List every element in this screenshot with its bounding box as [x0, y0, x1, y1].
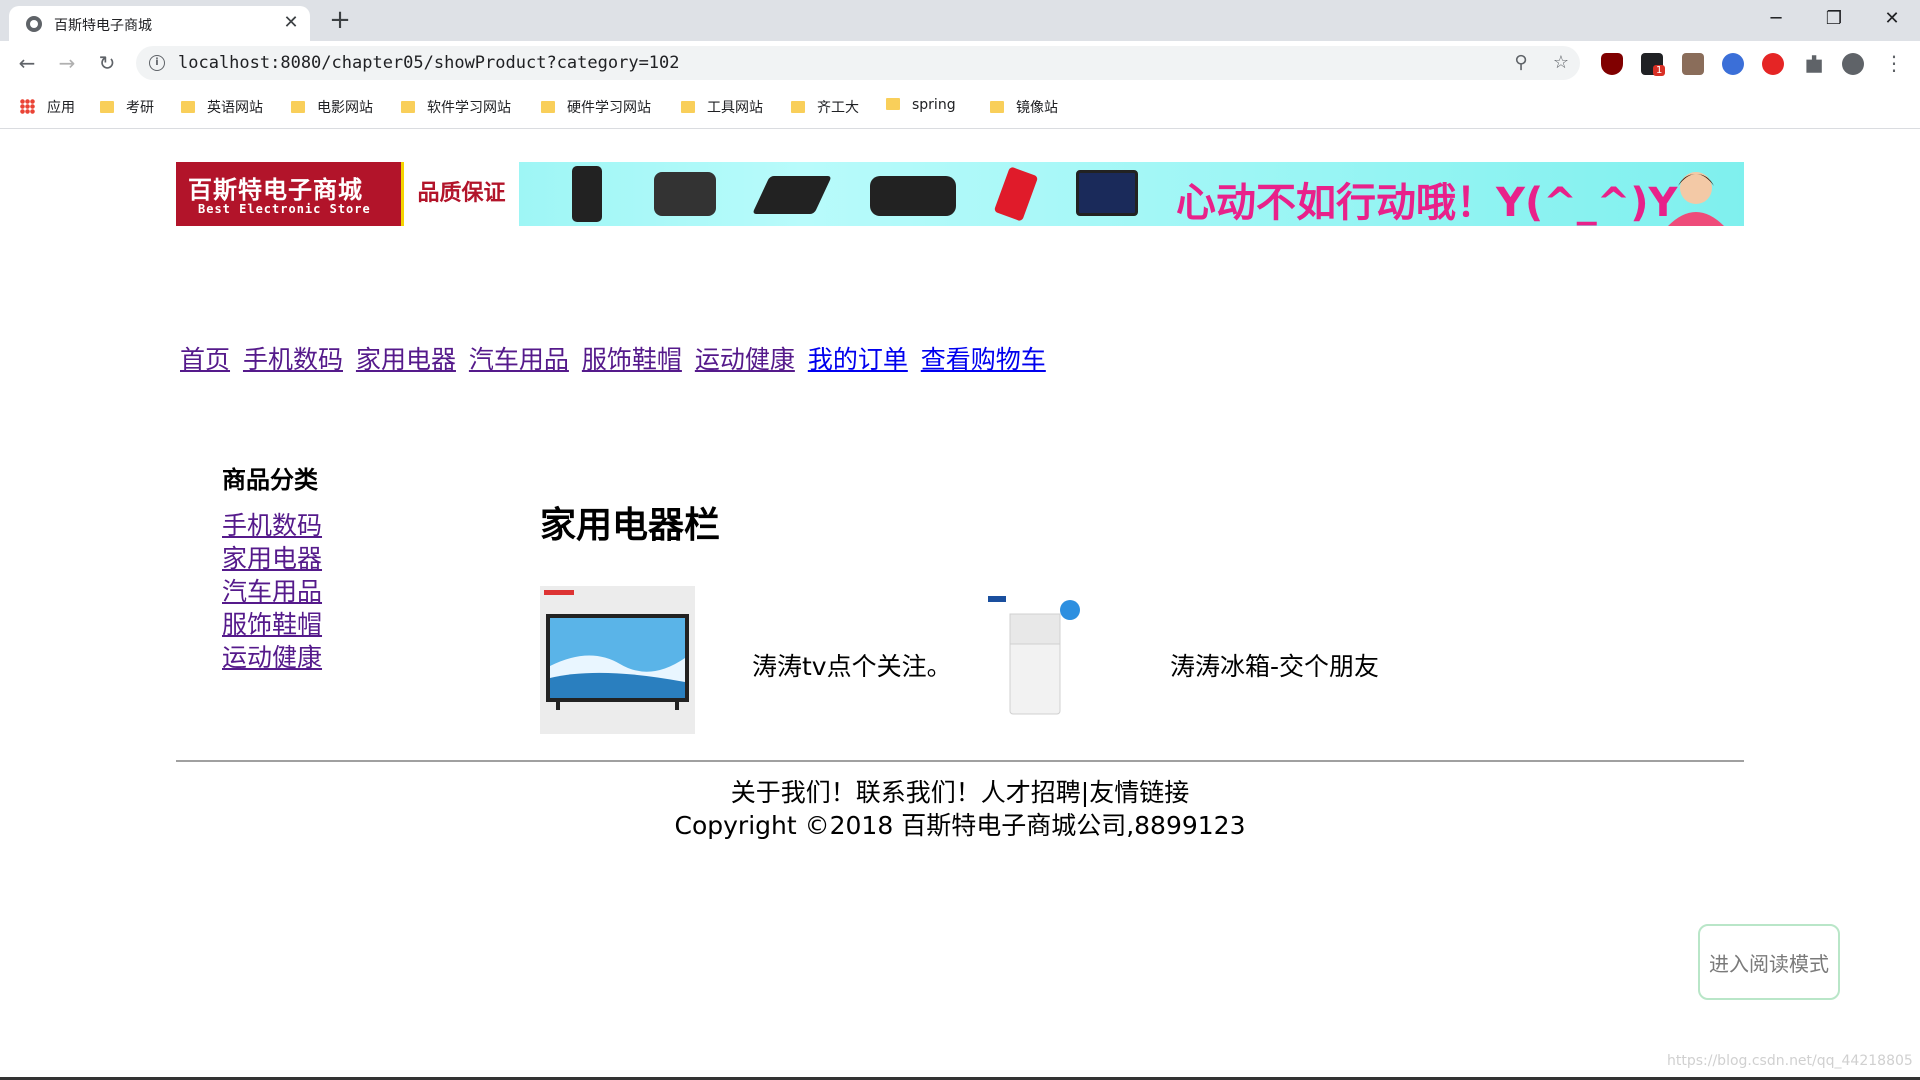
ublock-extension-icon[interactable]: [1601, 53, 1623, 75]
section-title: 家用电器栏: [540, 505, 721, 546]
extension-icon[interactable]: [1682, 53, 1704, 75]
close-window-button[interactable]: ✕: [1864, 0, 1920, 40]
folder-icon: [291, 101, 305, 113]
brand-name-cn: 百斯特电子商城: [188, 175, 363, 204]
nav-apparel[interactable]: 服饰鞋帽: [582, 345, 682, 374]
sidebar-item-apparel[interactable]: 服饰鞋帽: [222, 608, 322, 641]
bookmark-item[interactable]: 硬件学习网站: [541, 97, 651, 117]
laptop-icon: [752, 176, 832, 214]
camcorder-icon: [870, 176, 956, 216]
forward-icon[interactable]: →: [53, 49, 81, 77]
url-text[interactable]: localhost:8080/chapter05/showProduct?cat…: [178, 53, 680, 73]
address-bar[interactable]: i localhost:8080/chapter05/showProduct?c…: [136, 46, 1580, 80]
bookmark-item[interactable]: 齐工大: [791, 97, 859, 117]
folder-icon: [886, 98, 900, 110]
model-photo: [1668, 172, 1724, 226]
extension-icon[interactable]: [1722, 53, 1744, 75]
sidebar-item-sports[interactable]: 运动健康: [222, 641, 322, 674]
zoom-icon[interactable]: ⚲: [1508, 50, 1534, 76]
extension-icon[interactable]: [1762, 53, 1784, 75]
bookmark-item[interactable]: 软件学习网站: [401, 97, 511, 117]
nav-auto[interactable]: 汽车用品: [469, 345, 569, 374]
brand-name-en: Best Electronic Store: [198, 202, 371, 216]
footer-links: 关于我们！联系我们！人才招聘|友情链接: [730, 778, 1190, 807]
nav-sports[interactable]: 运动健康: [695, 345, 795, 374]
quality-badge: 品质保证: [401, 162, 519, 226]
bookmark-item[interactable]: 镜像站: [990, 97, 1058, 117]
nav-my-orders[interactable]: 我的订单: [808, 345, 908, 374]
minimize-button[interactable]: ─: [1748, 0, 1804, 40]
bookmark-item[interactable]: 工具网站: [681, 97, 763, 117]
product-name[interactable]: 涛涛tv点个关注。: [752, 647, 952, 683]
nav-digital[interactable]: 手机数码: [243, 345, 343, 374]
fridge-product-image[interactable]: [985, 592, 1085, 722]
bookmark-item[interactable]: 考研: [100, 97, 154, 117]
tab-strip: 百斯特电子商城 ✕ + ─ ❐ ✕: [0, 0, 1920, 41]
category-sidebar: 商品分类 手机数码 家用电器 汽车用品 服饰鞋帽 运动健康: [222, 460, 322, 674]
bookmark-star-icon[interactable]: ☆: [1548, 50, 1574, 76]
sidebar-item-appliances[interactable]: 家用电器: [222, 542, 322, 575]
sidebar-item-auto[interactable]: 汽车用品: [222, 575, 322, 608]
monitor-icon: [1076, 170, 1138, 216]
new-tab-button[interactable]: +: [326, 6, 354, 34]
folder-icon: [990, 101, 1004, 113]
brand-logo: 百斯特电子商城 Best Electronic Store: [176, 162, 401, 226]
watermark: https://blog.csdn.net/qq_44218805: [1667, 1053, 1913, 1069]
camera-icon: [654, 172, 716, 216]
profile-icon[interactable]: [1842, 53, 1864, 75]
info-icon[interactable]: i: [149, 55, 165, 71]
active-tab[interactable]: 百斯特电子商城 ✕: [9, 6, 310, 41]
tv-icon: [544, 590, 689, 710]
extension-icon[interactable]: 1: [1641, 53, 1666, 76]
tv-product-image[interactable]: [540, 586, 695, 734]
folder-icon: [181, 101, 195, 113]
globe-icon: [26, 16, 42, 32]
music-player-icon: [993, 166, 1039, 222]
footer-copyright: Copyright ©2018 百斯特电子商城公司,8899123: [674, 811, 1246, 840]
restore-button[interactable]: ❐: [1806, 0, 1862, 40]
reload-icon[interactable]: ↻: [93, 49, 121, 77]
store-banner: 百斯特电子商城 Best Electronic Store 品质保证 心动不如行…: [176, 162, 1744, 226]
bookmark-item[interactable]: 英语网站: [181, 97, 263, 117]
menu-icon[interactable]: ⋮: [1880, 49, 1908, 77]
folder-icon: [791, 101, 805, 113]
bookmark-apps[interactable]: 应用: [20, 97, 75, 117]
puzzle-icon[interactable]: [1806, 55, 1822, 73]
nav-view-cart[interactable]: 查看购物车: [921, 345, 1046, 374]
fridge-icon: [988, 596, 1080, 715]
page-footer: 关于我们！联系我们！人才招聘|友情链接 Copyright ©2018 百斯特电…: [0, 776, 1920, 842]
tab-title: 百斯特电子商城: [54, 18, 152, 34]
folder-icon: [681, 101, 695, 113]
product-name[interactable]: 涛涛冰箱-交个朋友: [1170, 647, 1379, 683]
folder-icon: [401, 101, 415, 113]
nav-appliances[interactable]: 家用电器: [356, 345, 456, 374]
folder-icon: [541, 101, 555, 113]
sidebar-item-digital[interactable]: 手机数码: [222, 509, 322, 542]
apps-grid-icon: [20, 99, 35, 114]
reader-mode-button[interactable]: 进入阅读模式: [1698, 924, 1840, 1000]
nav-home[interactable]: 首页: [180, 345, 230, 374]
bookmark-item[interactable]: 电影网站: [291, 97, 373, 117]
phone-icon: [572, 166, 602, 222]
bookmarks-bar: 应用 考研 英语网站 电影网站 软件学习网站 硬件学习网站 工具网站 齐工大 s…: [0, 86, 1920, 129]
tab-close-icon[interactable]: ✕: [280, 12, 302, 34]
extension-badge: 1: [1653, 65, 1666, 76]
bookmark-item[interactable]: spring: [886, 97, 956, 117]
banner-slogan: 心动不如行动哦！Y(^_^)Y: [1176, 180, 1678, 226]
footer-divider: [176, 760, 1744, 762]
top-navigation: 首页 手机数码 家用电器 汽车用品 服饰鞋帽 运动健康 我的订单 查看购物车: [180, 340, 1051, 376]
folder-icon: [100, 101, 114, 113]
sidebar-title: 商品分类: [222, 466, 318, 494]
back-icon[interactable]: ←: [13, 49, 41, 77]
browser-toolbar: ← → ↻ i localhost:8080/chapter05/showPro…: [0, 41, 1920, 86]
